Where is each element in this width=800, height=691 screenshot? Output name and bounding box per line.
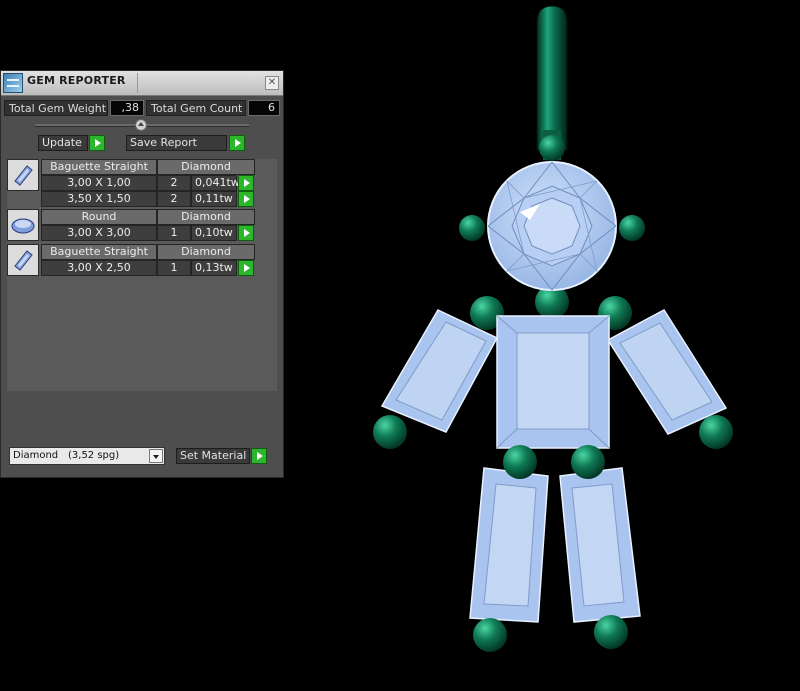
gem-count-cell: 2 (157, 175, 191, 191)
material-spg: (3,52 spg) (68, 450, 120, 461)
chevron-down-icon[interactable] (149, 449, 163, 463)
gem-count-cell: 1 (157, 260, 191, 276)
left-leg-baguette (469, 467, 549, 623)
gem-material-cell: Diamond (157, 159, 255, 175)
baguette-icon (7, 159, 39, 191)
select-gem-play-icon[interactable] (238, 191, 254, 207)
gem-size-cell: 3,50 X 1,50 (41, 191, 157, 207)
close-icon[interactable]: ✕ (265, 76, 279, 90)
select-gem-play-icon[interactable] (238, 225, 254, 241)
material-name: Diamond (13, 450, 59, 461)
pendant-model[interactable] (373, 5, 733, 652)
gem-size-cell: 3,00 X 3,00 (41, 225, 157, 241)
prong-bead (473, 618, 507, 652)
right-arm-baguette (606, 309, 728, 435)
gem-weight-cell: 0,041tw (191, 175, 240, 191)
baguette-icon (7, 244, 39, 276)
panel-titlebar[interactable]: GEM REPORTER ✕ (1, 71, 283, 96)
material-select[interactable]: Diamond (3,52 spg) (9, 447, 165, 465)
bail-loop (536, 5, 568, 151)
gem-shape-cell: Baguette Straight (41, 159, 157, 175)
gem-reporter-icon (3, 73, 23, 93)
set-material-play-icon[interactable] (251, 448, 267, 464)
set-material-button[interactable]: Set Material (176, 448, 250, 464)
head-round-gem (487, 161, 617, 291)
gem-weight-cell: 0,13tw (191, 260, 237, 276)
round-gem-icon (7, 209, 39, 241)
gem-weight-cell: 0,11tw (191, 191, 237, 207)
gem-size-cell: 3,00 X 1,00 (41, 175, 157, 191)
update-play-icon[interactable] (89, 135, 105, 151)
body-baguette (496, 315, 610, 449)
total-gem-weight-value: ,38 (110, 100, 144, 116)
gem-size-cell: 3,00 X 2,50 (41, 260, 157, 276)
select-gem-play-icon[interactable] (238, 175, 254, 191)
save-report-play-icon[interactable] (229, 135, 245, 151)
gem-reporter-panel: GEM REPORTER ✕ Total Gem Weight ,38 Tota… (0, 70, 284, 478)
prong-bead (459, 215, 485, 241)
update-button[interactable]: Update (38, 135, 88, 151)
select-gem-play-icon[interactable] (238, 260, 254, 276)
panel-title: GEM REPORTER (27, 74, 126, 87)
gem-count-cell: 2 (157, 191, 191, 207)
prong-bead (594, 615, 628, 649)
gem-material-cell: Diamond (157, 244, 255, 260)
titlebar-separator (137, 73, 138, 93)
save-report-button[interactable]: Save Report (126, 135, 227, 151)
gem-weight-cell: 0,10tw (191, 225, 237, 241)
gem-shape-cell: Round (41, 209, 157, 225)
prong-bead (619, 215, 645, 241)
prong-bead (503, 445, 537, 479)
total-gem-count-label: Total Gem Count (146, 100, 246, 116)
divider-knob-icon[interactable] (135, 119, 147, 131)
prong-bead (373, 415, 407, 449)
gem-count-cell: 1 (157, 225, 191, 241)
prong-bead (699, 415, 733, 449)
total-gem-weight-label: Total Gem Weight (4, 100, 108, 116)
prong-bead (539, 135, 565, 161)
prong-bead (571, 445, 605, 479)
gem-shape-cell: Baguette Straight (41, 244, 157, 260)
gem-material-cell: Diamond (157, 209, 255, 225)
gem-list[interactable]: Baguette Straight Diamond 3,00 X 1,00 2 … (7, 159, 277, 391)
total-gem-count-value: 6 (248, 100, 280, 116)
right-leg-baguette (559, 467, 641, 623)
